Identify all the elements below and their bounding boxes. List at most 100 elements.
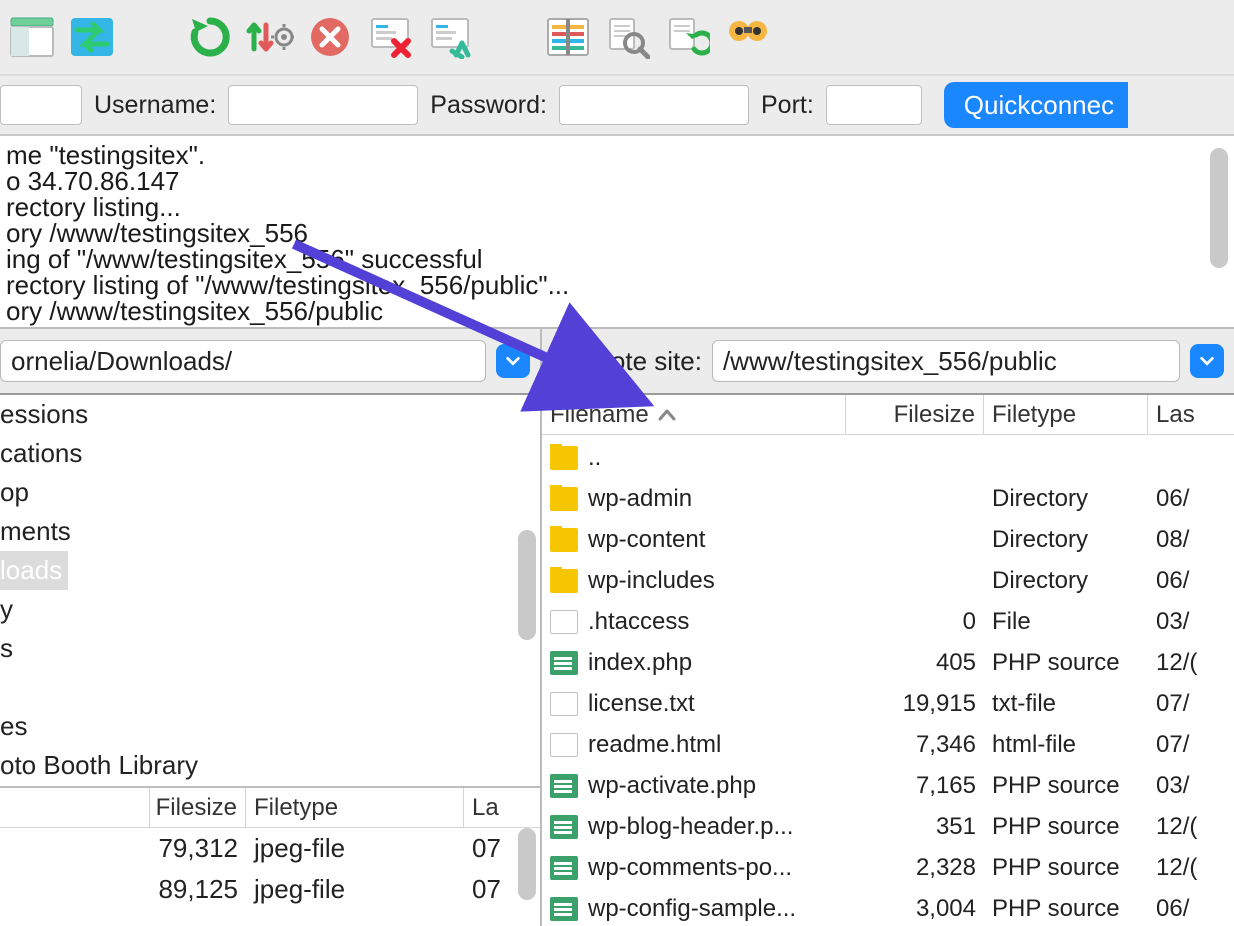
cell-last: 12/( xyxy=(1148,649,1234,677)
cell-type: PHP source xyxy=(984,854,1148,882)
file-row[interactable]: wp-comments-po...2,328PHP source12/( xyxy=(542,847,1234,888)
cell-size: 19,915 xyxy=(846,690,984,718)
disconnect-icon[interactable] xyxy=(366,13,414,61)
cell-name: wp-activate.php xyxy=(588,772,756,800)
folder-icon xyxy=(550,528,578,552)
file-row[interactable]: wp-config-sample...3,004PHP source06/ xyxy=(542,888,1234,926)
cell-type: jpeg-file xyxy=(246,874,464,905)
scrollbar[interactable] xyxy=(518,828,536,900)
tree-item[interactable]: essions xyxy=(0,395,540,434)
col-filename[interactable] xyxy=(0,788,150,827)
cell-name: readme.html xyxy=(588,731,721,759)
sync-browse-icon[interactable] xyxy=(664,13,712,61)
scrollbar[interactable] xyxy=(1210,148,1228,268)
compare-icon[interactable] xyxy=(544,13,592,61)
col-filetype[interactable]: Filetype xyxy=(984,395,1148,434)
cell-last: 06/ xyxy=(1148,895,1234,923)
tree-item[interactable]: cations xyxy=(0,434,540,473)
file-row[interactable]: readme.html7,346html-file07/ xyxy=(542,724,1234,765)
host-input[interactable] xyxy=(0,85,82,125)
php-file-icon xyxy=(550,815,578,839)
cell-name: wp-includes xyxy=(588,567,715,595)
cell-last: 07/ xyxy=(1148,690,1234,718)
file-row[interactable]: license.txt19,915txt-file07/ xyxy=(542,683,1234,724)
local-pane: ornelia/Downloads/ essions cations op me… xyxy=(0,329,542,926)
remote-path-input[interactable]: /www/testingsitex_556/public xyxy=(712,340,1180,382)
cell-name: .. xyxy=(588,444,601,472)
cell-size: 405 xyxy=(846,649,984,677)
cell-size: 3,004 xyxy=(846,895,984,923)
username-label: Username: xyxy=(94,91,216,120)
php-file-icon xyxy=(550,774,578,798)
tree-item[interactable]: op xyxy=(0,473,540,512)
tree-item[interactable]: y xyxy=(0,590,540,629)
tree-item[interactable]: es xyxy=(0,707,540,746)
cell-type: Directory xyxy=(984,485,1148,513)
cell-type: PHP source xyxy=(984,772,1148,800)
toggle-transfer-icon[interactable] xyxy=(68,13,116,61)
local-file-list: Filesize Filetype La 79,312 jpeg-file 07… xyxy=(0,786,540,926)
toolbar xyxy=(0,0,1234,76)
col-filename[interactable]: Filename xyxy=(542,395,846,434)
cell-size: 351 xyxy=(846,813,984,841)
cell-name: wp-content xyxy=(588,526,705,554)
file-row[interactable]: wp-blog-header.p...351PHP source12/( xyxy=(542,806,1234,847)
cell-last: 03/ xyxy=(1148,608,1234,636)
cell-size: 2,328 xyxy=(846,854,984,882)
file-row[interactable]: index.php405PHP source12/( xyxy=(542,642,1234,683)
local-tree: essions cations op ments loads y s es ot… xyxy=(0,395,540,786)
file-row[interactable]: 79,312 jpeg-file 07 xyxy=(0,828,540,869)
log-line: ory /www/testingsitex_556/public xyxy=(6,298,1228,324)
reconnect-icon[interactable] xyxy=(426,13,474,61)
cell-size: 7,165 xyxy=(846,772,984,800)
file-row[interactable]: wp-includesDirectory06/ xyxy=(542,560,1234,601)
tree-item-selected[interactable]: loads xyxy=(0,551,68,590)
local-path-value: ornelia/Downloads/ xyxy=(11,346,232,377)
file-row[interactable]: wp-activate.php7,165PHP source03/ xyxy=(542,765,1234,806)
col-filesize[interactable]: Filesize xyxy=(150,788,246,827)
php-file-icon xyxy=(550,856,578,880)
col-filetype[interactable]: Filetype xyxy=(246,788,464,827)
local-path-input[interactable]: ornelia/Downloads/ xyxy=(0,340,486,382)
tree-item[interactable]: s xyxy=(0,629,540,668)
remote-path-dropdown[interactable] xyxy=(1190,344,1224,378)
file-row[interactable]: wp-contentDirectory08/ xyxy=(542,519,1234,560)
search-icon[interactable] xyxy=(604,13,652,61)
sitemanager-icon[interactable] xyxy=(8,13,56,61)
tree-item[interactable]: oto Booth Library xyxy=(0,746,540,785)
cell-type: html-file xyxy=(984,731,1148,759)
log-line: o 34.70.86.147 xyxy=(6,168,1228,194)
quickconnect-button[interactable]: Quickconnec xyxy=(944,82,1128,128)
cancel-icon[interactable] xyxy=(306,13,354,61)
column-headers: Filename Filesize Filetype Las xyxy=(542,395,1234,435)
process-queue-icon[interactable] xyxy=(246,13,294,61)
scrollbar[interactable] xyxy=(518,530,536,640)
sort-asc-icon xyxy=(657,401,677,429)
port-input[interactable] xyxy=(826,85,922,125)
refresh-icon[interactable] xyxy=(186,13,234,61)
file-row[interactable]: .htaccess0File03/ xyxy=(542,601,1234,642)
tree-item[interactable]: ments xyxy=(0,512,540,551)
username-input[interactable] xyxy=(228,85,418,125)
cell-type: PHP source xyxy=(984,649,1148,677)
file-icon xyxy=(550,733,578,757)
folder-icon xyxy=(550,487,578,511)
cell-type: jpeg-file xyxy=(246,833,464,864)
tree-item[interactable] xyxy=(0,668,540,707)
col-last[interactable]: La xyxy=(464,788,540,827)
log-panel: me "testingsitex". o 34.70.86.147 rector… xyxy=(0,136,1234,329)
cell-last: 12/( xyxy=(1148,813,1234,841)
local-path-dropdown[interactable] xyxy=(496,344,530,378)
remote-file-list: Filename Filesize Filetype Las .. wp-admi… xyxy=(542,395,1234,926)
filter-icon[interactable] xyxy=(724,13,772,61)
cell-size: 0 xyxy=(846,608,984,636)
log-line: ory /www/testingsitex_556 xyxy=(6,220,1228,246)
file-row[interactable]: wp-adminDirectory06/ xyxy=(542,478,1234,519)
col-last[interactable]: Las xyxy=(1148,395,1234,434)
file-row[interactable]: .. xyxy=(542,437,1234,478)
cell-name: .htaccess xyxy=(588,608,689,636)
cell-name: wp-config-sample... xyxy=(588,895,796,923)
col-filesize[interactable]: Filesize xyxy=(846,395,984,434)
file-row[interactable]: 89,125 jpeg-file 07 xyxy=(0,869,540,910)
password-input[interactable] xyxy=(559,85,749,125)
